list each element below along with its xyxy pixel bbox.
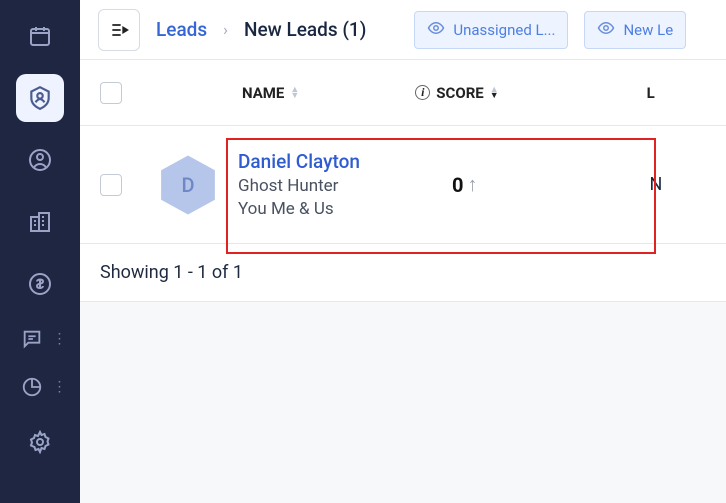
score-value: 0 <box>452 173 463 197</box>
topbar: Leads › New Leads (1) Unassigned L... Ne… <box>80 0 726 60</box>
lead-name-link[interactable]: Daniel Clayton <box>238 150 418 173</box>
kebab-icon[interactable]: ⋮ <box>53 331 66 347</box>
chat-icon <box>21 328 43 350</box>
lead-title: Ghost Hunter <box>238 176 418 196</box>
extra-cell: N <box>649 174 662 195</box>
sidebar: ⋮ ⋮ <box>0 0 80 503</box>
filter-label: Unassigned L... <box>453 21 555 39</box>
row-checkbox[interactable] <box>100 174 122 196</box>
table-header: NAME ▲▼ i SCORE ▲▼ L <box>80 60 726 126</box>
nav-settings[interactable] <box>16 418 64 466</box>
sort-icon: ▲▼ <box>290 87 299 99</box>
nav-accounts[interactable] <box>16 198 64 246</box>
trend-up-icon: ↑ <box>467 172 477 197</box>
person-icon <box>28 148 52 172</box>
eye-icon <box>597 19 615 41</box>
column-header-score[interactable]: i SCORE ▲▼ <box>415 84 498 102</box>
select-all-checkbox[interactable] <box>100 82 122 104</box>
column-label: SCORE <box>436 84 483 102</box>
nav-messages[interactable] <box>15 322 49 356</box>
avatar: D <box>156 153 220 217</box>
nav-reports-row: ⋮ <box>10 370 70 404</box>
filter-unassigned[interactable]: Unassigned L... <box>414 11 568 49</box>
breadcrumb-current: New Leads (1) <box>244 18 366 41</box>
gear-icon <box>28 430 52 454</box>
lead-badge-icon <box>27 85 53 111</box>
breadcrumb-root[interactable]: Leads <box>156 18 207 41</box>
nav-messages-row: ⋮ <box>10 322 70 356</box>
lead-company: You Me & Us <box>238 199 418 219</box>
list-play-icon <box>109 20 129 40</box>
column-header-l[interactable]: L <box>647 84 655 102</box>
table-row[interactable]: D Daniel Clayton Ghost Hunter You Me & U… <box>80 126 726 243</box>
calendar-icon <box>28 24 52 48</box>
nav-deals[interactable] <box>16 260 64 308</box>
pie-icon <box>21 376 43 398</box>
chevron-right-icon: › <box>223 20 228 39</box>
pagination-summary: Showing 1 - 1 of 1 <box>80 244 726 302</box>
kebab-icon[interactable]: ⋮ <box>53 379 66 395</box>
lead-info: Daniel Clayton Ghost Hunter You Me & Us <box>238 150 418 219</box>
dollar-icon <box>28 272 52 296</box>
score-cell: 0 ↑ <box>452 172 477 197</box>
main-area: Leads › New Leads (1) Unassigned L... Ne… <box>80 0 726 503</box>
filter-label: New Le <box>623 21 673 39</box>
avatar-initial: D <box>181 173 194 197</box>
toggle-panel-button[interactable] <box>98 9 140 51</box>
filter-new-leads[interactable]: New Le <box>584 11 686 49</box>
info-icon: i <box>415 85 430 100</box>
nav-contacts[interactable] <box>16 136 64 184</box>
building-icon <box>28 210 52 234</box>
nav-leads[interactable] <box>16 74 64 122</box>
nav-calendar[interactable] <box>16 12 64 60</box>
nav-reports[interactable] <box>15 370 49 404</box>
column-header-name[interactable]: NAME ▲▼ <box>242 84 299 102</box>
eye-icon <box>427 19 445 41</box>
column-label: NAME <box>242 84 284 102</box>
sort-icon: ▲▼ <box>490 87 499 99</box>
table-body: D Daniel Clayton Ghost Hunter You Me & U… <box>80 126 726 244</box>
